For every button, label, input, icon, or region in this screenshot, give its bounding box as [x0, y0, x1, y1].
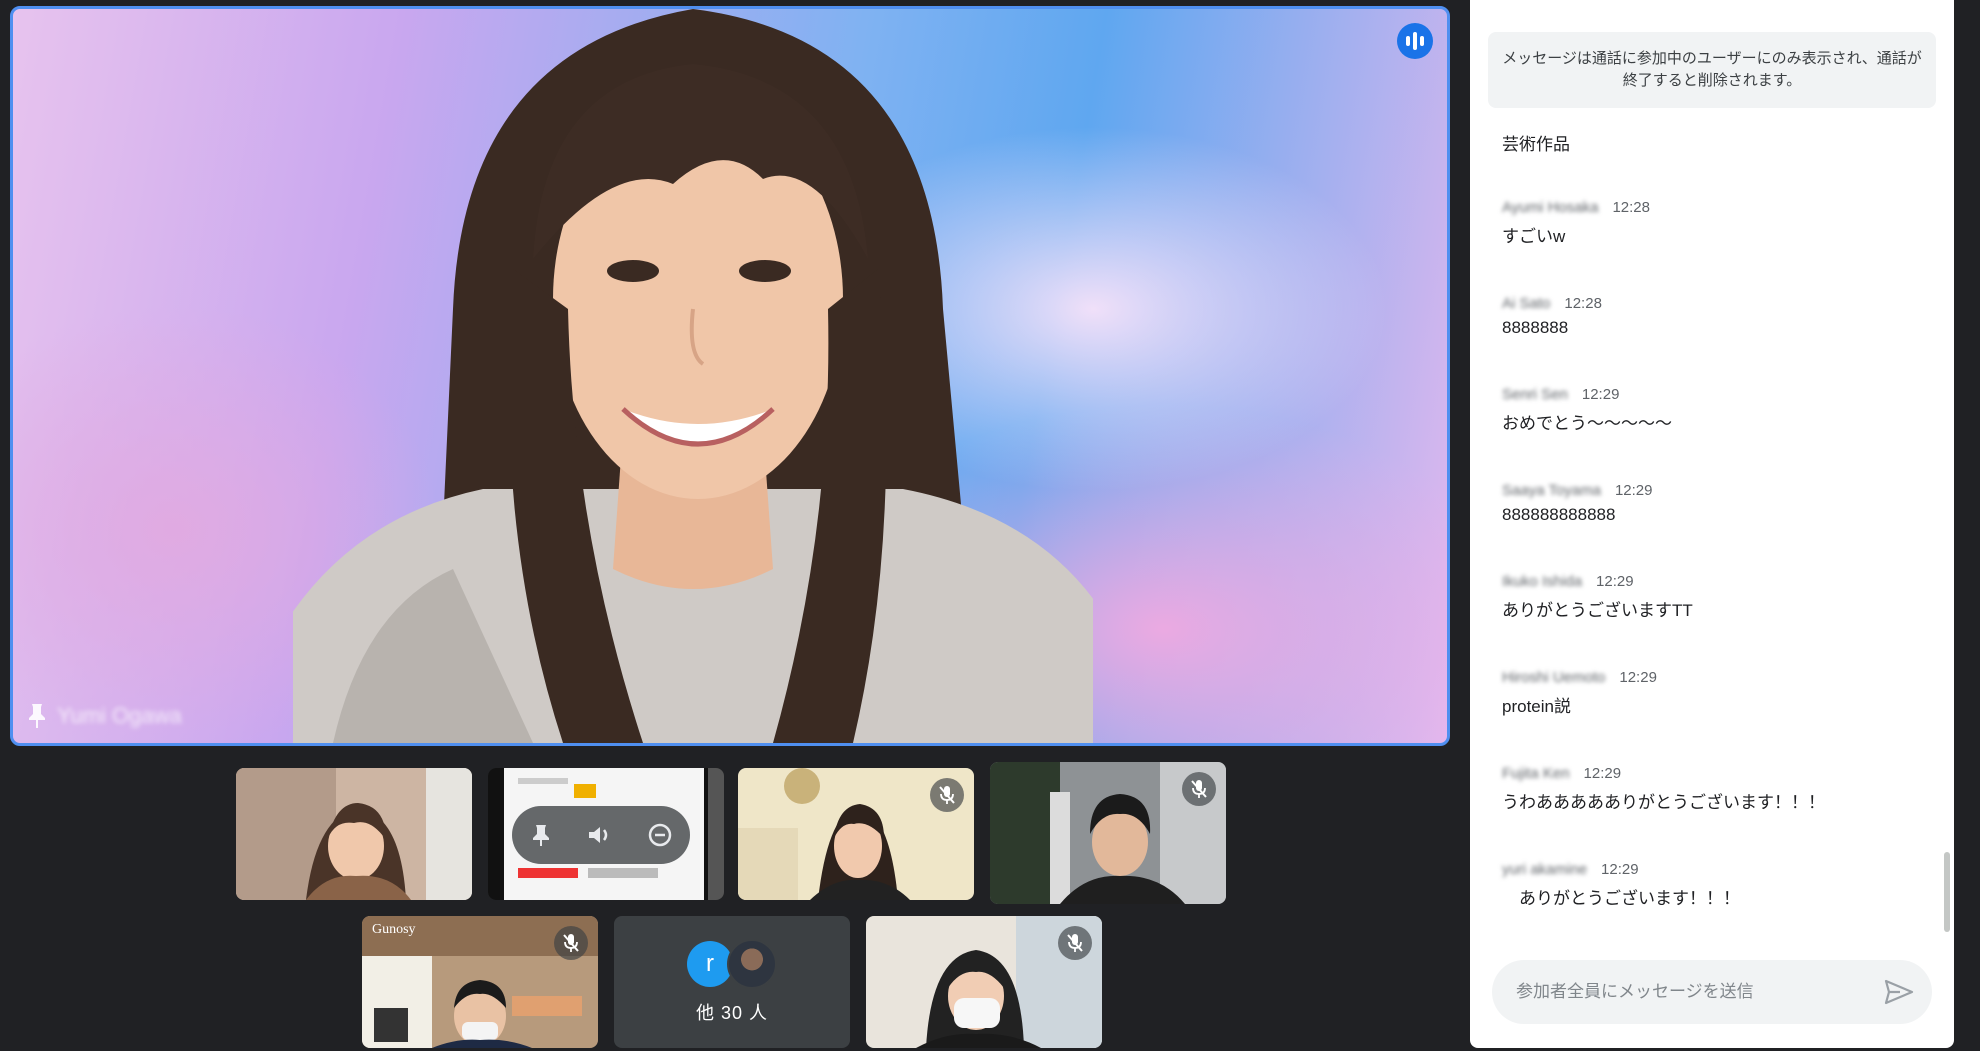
- mute-audio-icon[interactable]: [586, 823, 614, 847]
- participant-video: [236, 768, 472, 900]
- participant-tile-3[interactable]: [738, 768, 974, 900]
- main-speaker-tile[interactable]: Yumi Ogawa: [10, 6, 1450, 746]
- hover-controls: [512, 806, 690, 864]
- chat-message: Fujita Ken 12:29 うわああああありがとうございます！！！: [1502, 765, 1922, 813]
- chat-time: 12:29: [1601, 861, 1639, 878]
- chat-message: Saaya Toyama 12:29 888888888888: [1502, 482, 1922, 525]
- other-participants-count: 他 30 人: [695, 1003, 769, 1023]
- mic-off-icon: [1182, 772, 1216, 806]
- chat-message: Ikuko Ishida 12:29 ありがとうございますTT: [1502, 573, 1922, 621]
- chat-sender: Saaya Toyama: [1502, 482, 1601, 499]
- chat-message-list[interactable]: 芸術作品 Ayumi Hosaka 12:28 すごいw Ai Sato 12:…: [1470, 130, 1954, 909]
- chat-message-text: 888888888888: [1502, 505, 1616, 524]
- avatar-stack: r: [687, 939, 777, 989]
- chat-sender: Ikuko Ishida: [1502, 573, 1583, 590]
- send-icon[interactable]: [1884, 979, 1914, 1005]
- chat-message-text: 芸術作品: [1502, 135, 1570, 154]
- chat-time: 12:29: [1614, 482, 1653, 499]
- main-speaker-video: [293, 9, 1093, 743]
- chat-time: 12:28: [1564, 295, 1602, 312]
- chat-message-text: ありがとうございますTT: [1502, 601, 1693, 620]
- mic-off-icon: [554, 926, 588, 960]
- participant-tile-5[interactable]: Gunosy: [362, 916, 598, 1048]
- chat-scrollbar[interactable]: [1944, 852, 1950, 932]
- chat-sender: yuri akamine: [1502, 861, 1588, 878]
- pin-icon[interactable]: [27, 703, 47, 729]
- chat-sender: Ayumi Hosaka: [1502, 199, 1599, 216]
- pin-icon[interactable]: [529, 823, 553, 847]
- chat-input-container: [1492, 960, 1932, 1024]
- chat-message: Ayumi Hosaka 12:28 すごいw: [1502, 199, 1922, 247]
- chat-message: Ai Sato 12:28 8888888: [1502, 295, 1922, 338]
- main-speaker-name: Yumi Ogawa: [57, 703, 182, 728]
- chat-message-text: protein説: [1502, 697, 1571, 716]
- avatar: [727, 939, 777, 989]
- chat-message: Senri Sen 12:29 おめでとう〜〜〜〜〜: [1502, 386, 1922, 434]
- remove-icon[interactable]: [647, 822, 673, 848]
- chat-message-input[interactable]: [1514, 981, 1884, 1003]
- chat-time: 12:29: [1596, 573, 1634, 590]
- other-participants-tile[interactable]: r 他 30 人: [614, 916, 850, 1048]
- chat-message: yuri akamine 12:29 ありがとうございます！！！: [1502, 861, 1922, 909]
- participant-tile-screenshare[interactable]: [488, 768, 724, 900]
- participant-name: Gunosy: [372, 922, 416, 937]
- participant-tile-4[interactable]: [990, 762, 1226, 904]
- main-speaker-label: Yumi Ogawa: [27, 703, 182, 729]
- chat-message: Hiroshi Uemoto 12:29 protein説: [1502, 669, 1922, 717]
- chat-sender: Senri Sen: [1502, 386, 1568, 403]
- chat-message-text: すごいw: [1502, 227, 1566, 246]
- chat-time: 12:28: [1612, 199, 1650, 216]
- chat-time: 12:29: [1583, 765, 1622, 782]
- chat-time: 12:29: [1581, 386, 1620, 403]
- chat-message-text: 8888888: [1502, 318, 1569, 337]
- chat-sender: Hiroshi Uemoto: [1502, 669, 1606, 686]
- chat-notice: メッセージは通話に参加中のユーザーにのみ表示され、通話が終了すると削除されます。: [1488, 32, 1936, 108]
- meeting-stage: Yumi Ogawa Gunosy r 他 30 人 メッセージは通話に参加中の…: [0, 0, 1980, 1051]
- chat-message-text: うわああああありがとうございます！！！: [1502, 793, 1825, 812]
- participant-tile-6[interactable]: [866, 916, 1102, 1048]
- chat-message-text: おめでとう〜〜〜〜〜: [1502, 414, 1672, 433]
- chat-panel: メッセージは通話に参加中のユーザーにのみ表示され、通話が終了すると削除されます。…: [1470, 0, 1954, 1048]
- audio-wave-icon: [1397, 23, 1433, 59]
- mic-off-icon: [930, 778, 964, 812]
- chat-sender: Ai Sato: [1502, 295, 1551, 312]
- participant-tile-1[interactable]: [236, 768, 472, 900]
- chat-time: 12:29: [1619, 669, 1657, 686]
- mic-off-icon: [1058, 926, 1092, 960]
- chat-sender: Fujita Ken: [1502, 765, 1570, 782]
- chat-message-text: ありがとうございます！！！: [1502, 889, 1740, 908]
